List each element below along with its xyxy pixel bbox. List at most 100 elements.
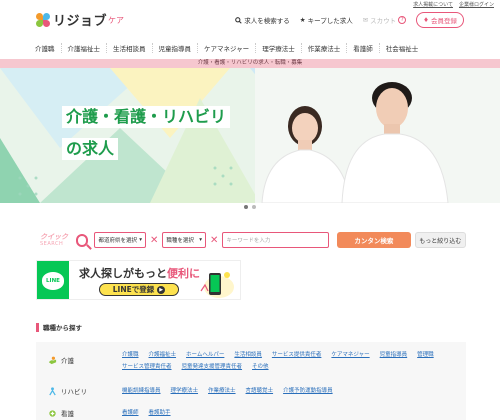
arrow-right-icon: ▶ <box>157 285 166 294</box>
hero-banner[interactable]: 介護・看護・リハビリ の求人 <box>0 68 500 203</box>
category-caremanager[interactable]: ケアマネジャー <box>198 43 257 53</box>
logo-subtext: ケア <box>108 16 125 25</box>
keyword-input[interactable]: キーワードを入力 <box>222 232 330 248</box>
help-icon[interactable]: ? <box>398 16 407 24</box>
site-logo[interactable]: リジョブ ケア <box>36 10 124 29</box>
tagline-strip: 介護・看護・リハビリの求人・転職・募集 <box>0 59 500 68</box>
job-link[interactable]: ケアマネジャー <box>331 350 369 358</box>
logo-text: リジョブ <box>53 14 108 29</box>
quick-search-label-bottom: SEARCH <box>40 241 64 247</box>
job-link[interactable]: 機能訓練指導員 <box>122 386 161 396</box>
job-link[interactable]: サービス管理責任者 <box>122 362 172 370</box>
user-icon: ♦ <box>423 16 429 24</box>
header-keep-label: キープした求人 <box>307 17 353 25</box>
job-type-panel: 介護 介護職 介護福祉士 ホームヘルパー 生活相談員 サービス提供責任者 ケアマ… <box>36 342 466 420</box>
job-type-links: 機能訓練指導員 理学療法士 作業療法士 言語聴覚士 介護予防運動指導員 <box>122 386 462 396</box>
area-select-value: 都道府県を選択 <box>98 238 137 244</box>
header-keep-link[interactable]: ★ キープした求人 <box>300 15 353 25</box>
job-type-category: 看護 <box>36 408 122 418</box>
header-scout-label: スカウト <box>370 17 397 25</box>
header-scout-link[interactable]: ✉ スカウト ? <box>362 15 407 25</box>
cross-icon: ✕ <box>210 234 219 246</box>
job-link[interactable]: 作業療法士 <box>208 386 236 396</box>
line-register-label: LINEで登録 <box>112 285 155 294</box>
job-link[interactable]: 理学療法士 <box>171 386 199 396</box>
nurse-icon <box>49 409 56 417</box>
category-nav: 介護職 介護福祉士 生活相談員 児童指導員 ケアマネジャー 理学療法士 作業療法… <box>33 40 467 56</box>
line-banner-title: 求人探しがもっと便利に <box>79 265 200 281</box>
job-type-category: リハビリ <box>36 386 122 396</box>
carousel-dot-1[interactable] <box>244 205 248 209</box>
line-logo-panel: LINE <box>37 261 69 299</box>
register-button[interactable]: ♦ 会員登録 <box>416 12 464 28</box>
line-register-button[interactable]: LINEで登録 ▶ <box>99 283 179 296</box>
job-link[interactable]: 管理職 <box>417 350 434 358</box>
star-icon: ★ <box>299 16 306 24</box>
phone-illustration-icon <box>200 272 234 298</box>
category-kaigoshoku[interactable]: 介護職 <box>33 43 62 53</box>
job-link[interactable]: ホームヘルパー <box>186 350 224 358</box>
job-link[interactable]: 看護助手 <box>149 408 171 418</box>
more-filters-button[interactable]: もっと絞り込む <box>414 232 466 248</box>
line-banner[interactable]: LINE 求人探しがもっと便利に LINEで登録 ▶ <box>36 260 241 300</box>
job-type-name: 介護 <box>61 357 74 365</box>
hero-title-line2: の求人 <box>62 138 119 160</box>
register-label: 会員登録 <box>431 17 457 25</box>
utility-links: 求人掲載について 企業様ログイン <box>413 1 494 8</box>
job-type-category: 介護 <box>36 350 122 370</box>
job-select-value: 職種を選択 <box>166 238 194 244</box>
category-kaigofukushishi[interactable]: 介護福祉士 <box>62 43 107 53</box>
quick-search-bar: クイック SEARCH 都道府県を選択 ▾ ✕ 職種を選択 ▾ ✕ キーワードを… <box>36 230 466 250</box>
job-type-row-kango: 看護 看護師 看護助手 <box>36 408 466 418</box>
category-kangoshi[interactable]: 看護師 <box>347 43 380 53</box>
area-select[interactable]: 都道府県を選択 ▾ <box>94 232 147 248</box>
job-type-links: 介護職 介護福祉士 ホームヘルパー 生活相談員 サービス提供責任者 ケアマネジャ… <box>122 350 462 370</box>
job-type-section-title: 職種から探す <box>43 324 82 332</box>
search-icon <box>235 16 242 24</box>
job-type-name: 看護 <box>61 410 74 418</box>
job-link[interactable]: 介護福祉士 <box>149 350 177 358</box>
category-sagyoryohoshi[interactable]: 作業療法士 <box>302 43 348 53</box>
logo-mark-icon <box>36 12 50 27</box>
cross-icon: ✕ <box>150 234 159 246</box>
site-header: リジョブ ケア 求人を検索する ★ キープした求人 ✉ スカウト ? ♦ 会員登… <box>0 8 500 30</box>
care-hand-icon <box>48 356 57 364</box>
scout-mail-icon: ✉ <box>362 16 369 24</box>
chevron-down-icon: ▾ <box>139 237 143 243</box>
job-link[interactable]: その他 <box>252 362 269 370</box>
hero-background <box>0 68 500 203</box>
job-link[interactable]: 児童指導員 <box>380 350 408 358</box>
line-logo-icon: LINE <box>42 272 64 290</box>
category-rigakuryohoshi[interactable]: 理学療法士 <box>256 43 302 53</box>
job-type-row-rehab: リハビリ 機能訓練指導員 理学療法士 作業療法士 言語聴覚士 介護予防運動指導員 <box>36 386 466 396</box>
job-link[interactable]: 児童発達支援管理責任者 <box>182 362 243 370</box>
quick-search-button[interactable]: カンタン検索 <box>337 232 411 248</box>
header-search-link[interactable]: 求人を検索する <box>235 15 290 25</box>
heading-accent-bar <box>36 322 39 332</box>
carousel-dots <box>244 205 256 209</box>
line-banner-title-text: 求人探しがもっと <box>79 267 167 280</box>
job-type-row-kaigo: 介護 介護職 介護福祉士 ホームヘルパー 生活相談員 サービス提供責任者 ケアマ… <box>36 350 466 370</box>
category-jidoshidoin[interactable]: 児童指導員 <box>153 43 198 53</box>
hero-title-line1: 介護・看護・リハビリ <box>62 106 231 128</box>
job-link[interactable]: 介護職 <box>122 350 139 358</box>
header-nav: 求人を検索する ★ キープした求人 ✉ スカウト ? ♦ 会員登録 <box>235 12 464 28</box>
job-link[interactable]: 看護師 <box>122 408 139 418</box>
header-search-label: 求人を検索する <box>244 17 290 25</box>
job-link[interactable]: サービス提供責任者 <box>272 350 322 358</box>
job-type-section-heading: 職種から探す <box>36 322 82 332</box>
carousel-dot-2[interactable] <box>252 205 256 209</box>
job-select[interactable]: 職種を選択 ▾ <box>162 232 207 248</box>
job-link[interactable]: 介護予防運動指導員 <box>283 386 333 396</box>
job-type-name: リハビリ <box>61 388 87 396</box>
quick-search-label: クイック SEARCH <box>36 230 76 250</box>
utility-link-listing[interactable]: 求人掲載について <box>413 1 453 8</box>
utility-link-company-login[interactable]: 企業様ログイン <box>459 1 494 8</box>
category-seikatsusodanin[interactable]: 生活相談員 <box>107 43 153 53</box>
job-link[interactable]: 言語聴覚士 <box>246 386 274 396</box>
job-type-links: 看護師 看護助手 <box>122 408 462 418</box>
magnifier-icon <box>75 233 89 247</box>
category-shakaifukushishi[interactable]: 社会福祉士 <box>380 43 425 53</box>
rehab-icon <box>49 386 56 395</box>
job-link[interactable]: 生活相談員 <box>234 350 262 358</box>
